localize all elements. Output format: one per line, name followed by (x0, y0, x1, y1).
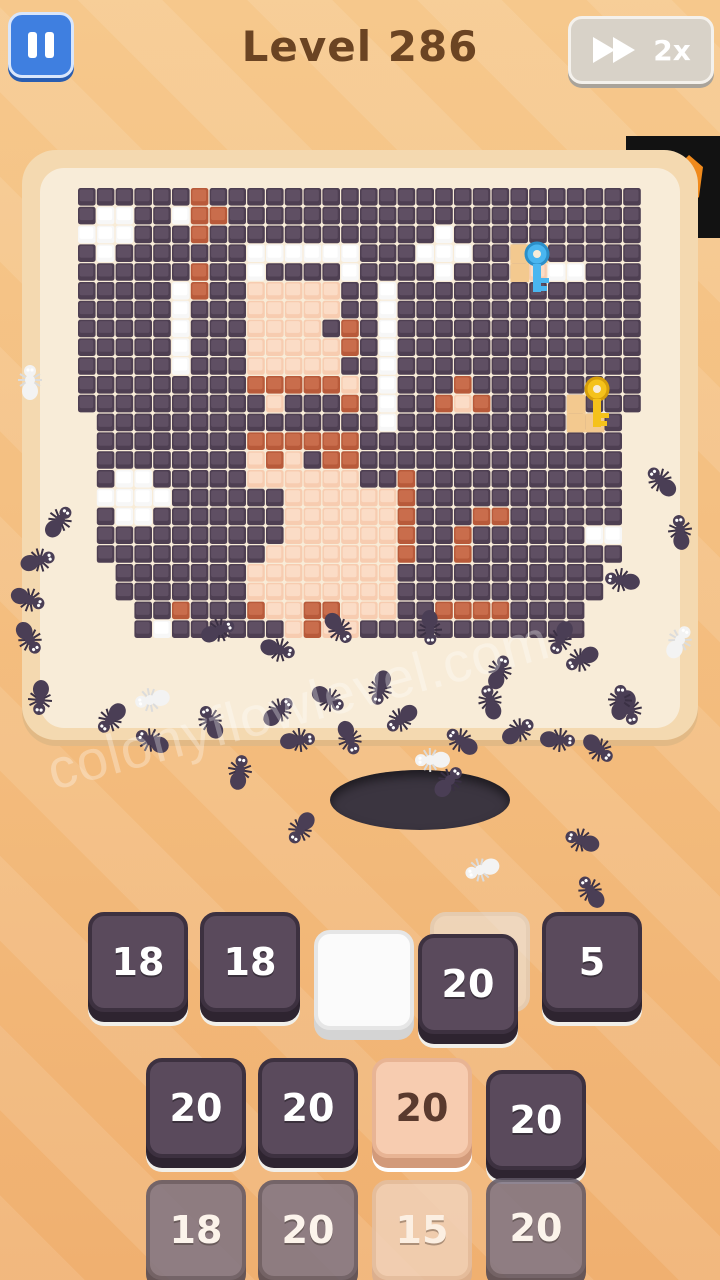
ant-icon (288, 812, 315, 844)
slot-tile-4[interactable]: 20 (418, 934, 518, 1034)
slot-value: 18 (111, 940, 165, 984)
queue-value: 18 (169, 1208, 223, 1252)
slot-tile-2[interactable]: 18 (200, 912, 300, 1012)
slot-value: 5 (578, 940, 606, 984)
ant-icon (666, 626, 692, 659)
ant-icon (578, 876, 605, 908)
queue-tile-8[interactable]: 20 (486, 1178, 586, 1278)
slot-value: 20 (441, 962, 495, 1006)
queue-value: 20 (395, 1086, 449, 1130)
ant-icon (260, 638, 295, 662)
slot-tile-5[interactable]: 5 (542, 912, 642, 1012)
ant-icon (324, 612, 352, 643)
queue-tile-4[interactable]: 20 (486, 1070, 586, 1170)
ant-icon (15, 621, 42, 654)
queue-tile-6[interactable]: 20 (258, 1180, 358, 1280)
slot-tile-1[interactable]: 18 (88, 912, 188, 1012)
ant-icon (201, 618, 235, 643)
ant-icon (27, 680, 53, 715)
queue-value: 20 (281, 1208, 335, 1252)
queue-tile-7[interactable]: 15 (372, 1180, 472, 1280)
queue-tile-3[interactable]: 20 (372, 1058, 472, 1158)
slot-value: 18 (223, 940, 277, 984)
ant-icon (415, 747, 450, 773)
ant-icon (540, 727, 575, 753)
queue-value: 20 (169, 1086, 223, 1130)
ant-icon (10, 587, 45, 612)
slot-tile-3[interactable] (314, 930, 414, 1030)
queue-value: 20 (509, 1206, 563, 1250)
queue-value: 15 (395, 1208, 449, 1252)
ant-icon (647, 467, 677, 497)
ant-swarm (10, 365, 693, 908)
ant-icon (228, 755, 252, 790)
ant-icon (605, 567, 640, 593)
queue-tile-2[interactable]: 20 (258, 1058, 358, 1158)
queue-tile-5[interactable]: 18 (146, 1180, 246, 1280)
ant-icon (566, 646, 599, 672)
ant-icon (565, 828, 600, 852)
ant-icon (45, 506, 72, 538)
queue-tile-1[interactable]: 20 (146, 1058, 246, 1158)
ant-icon (465, 858, 500, 882)
ant-icon (18, 365, 42, 400)
queue-value: 20 (509, 1098, 563, 1142)
ant-icon (667, 515, 693, 550)
queue-value: 20 (281, 1086, 335, 1130)
ant-icon (502, 718, 534, 745)
ant-icon (583, 734, 613, 762)
ant-icon (20, 548, 55, 572)
